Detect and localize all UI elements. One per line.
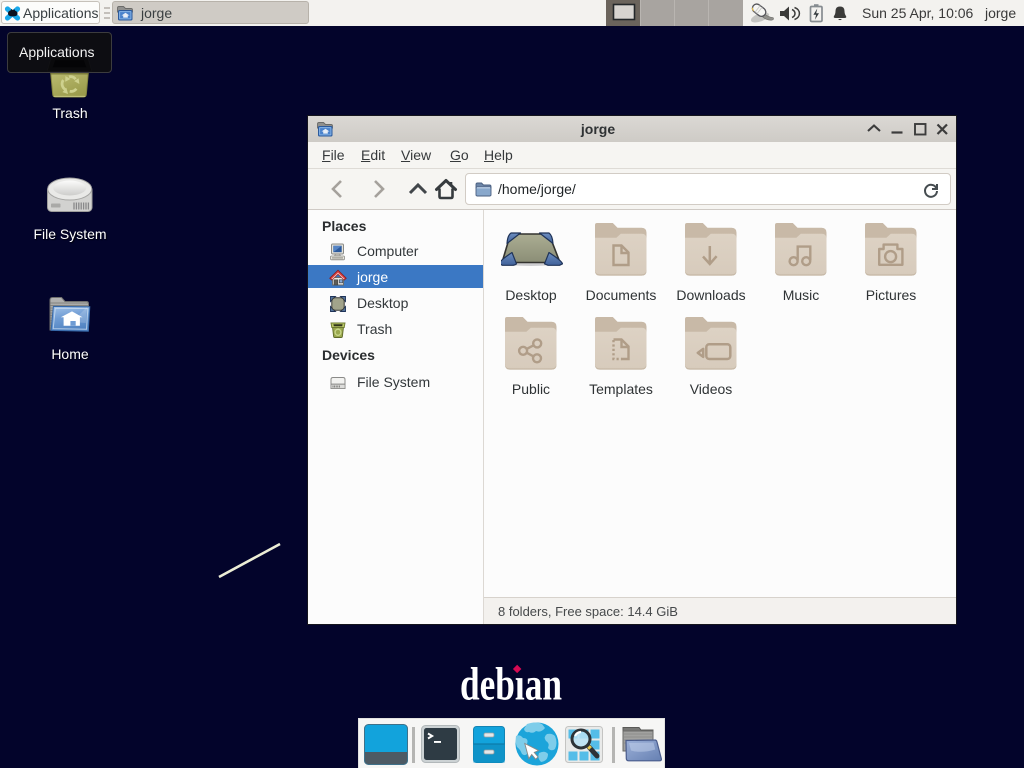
svg-text:debıan: debıan [460,658,562,710]
